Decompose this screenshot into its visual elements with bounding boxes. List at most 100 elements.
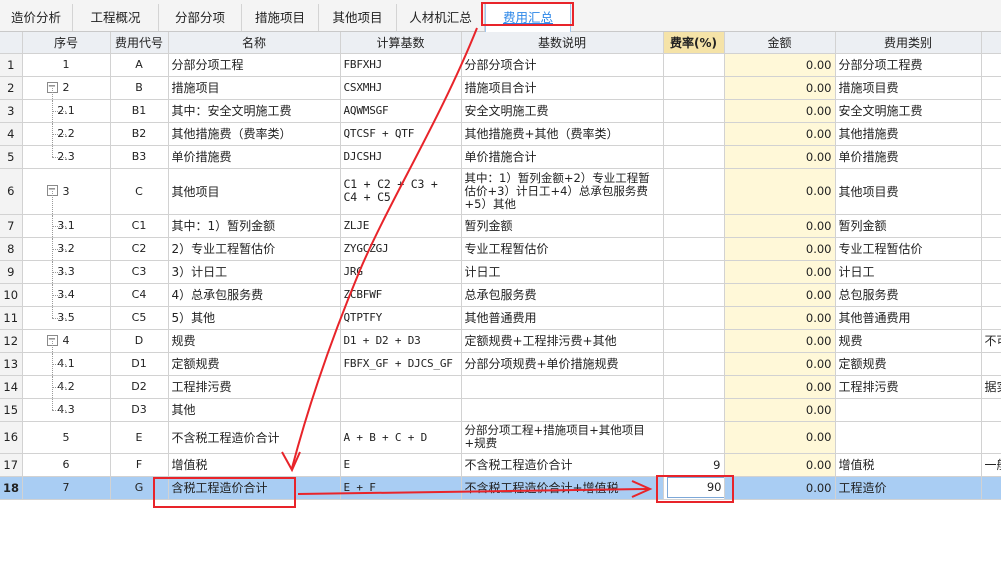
cell-rate[interactable]	[663, 375, 725, 399]
cell-name[interactable]: 分部分项工程	[168, 53, 341, 77]
cell-name[interactable]: 定额规费	[168, 352, 341, 376]
cell-seq[interactable]: 4.1	[22, 352, 111, 376]
cell-base[interactable]: ZYGCZGJ	[340, 237, 462, 261]
cell-name[interactable]: 增值税	[168, 453, 341, 477]
header-base[interactable]: 计算基数	[340, 32, 462, 54]
cell-type[interactable]: 计日工	[835, 260, 982, 284]
cell-seq[interactable]: 6	[22, 453, 111, 477]
table-row[interactable]: 12 −4 D 规费 D1 + D2 + D3 定额规费+工程排污费+其他 0.…	[0, 329, 1001, 353]
cell-name[interactable]: 工程排污费	[168, 375, 341, 399]
cell-seq[interactable]: 2.2	[22, 122, 111, 146]
cell-name[interactable]: 2）专业工程暂估价	[168, 237, 341, 261]
header-desc[interactable]: 基数说明	[461, 32, 664, 54]
cell-code[interactable]: D2	[110, 375, 169, 399]
cell-rate[interactable]	[663, 306, 725, 330]
table-row[interactable]: 8 3.2 C2 2）专业工程暂估价 ZYGCZGJ 专业工程暂估价 0.00 …	[0, 237, 1001, 261]
cell-base[interactable]: CSXMHJ	[340, 76, 462, 100]
cell-code[interactable]: C4	[110, 283, 169, 307]
cell-code[interactable]: D1	[110, 352, 169, 376]
table-row[interactable]: 7 3.1 C1 其中：1）暂列金额 ZLJE 暂列金额 0.00 暂列金额	[0, 214, 1001, 238]
cell-seq[interactable]: 3.3	[22, 260, 111, 284]
cell-name[interactable]: 措施项目	[168, 76, 341, 100]
cell-rate[interactable]	[663, 99, 725, 123]
table-row[interactable]: 2 −2 B 措施项目 CSXMHJ 措施项目合计 0.00 措施项目费	[0, 76, 1001, 100]
cell-name[interactable]: 其他	[168, 398, 341, 422]
cell-type[interactable]: 分部分项工程费	[835, 53, 982, 77]
header-rate[interactable]: 费率(%)	[663, 32, 725, 54]
cell-rate[interactable]	[663, 398, 725, 422]
cell-name[interactable]: 规费	[168, 329, 341, 353]
tab-other-items[interactable]: 其他项目	[319, 4, 397, 31]
cell-type[interactable]: 措施项目费	[835, 76, 982, 100]
table-row[interactable]: 9 3.3 C3 3）计日工 JRG 计日工 0.00 计日工	[0, 260, 1001, 284]
header-amount[interactable]: 金额	[724, 32, 836, 54]
cell-code[interactable]: E	[110, 421, 169, 454]
cell-rate[interactable]	[663, 168, 725, 215]
cell-type[interactable]: 安全文明施工费	[835, 99, 982, 123]
cell-name[interactable]: 其他措施费（费率类）	[168, 122, 341, 146]
cell-type[interactable]: 规费	[835, 329, 982, 353]
cell-rate[interactable]	[663, 145, 725, 169]
rate-input[interactable]: 90	[666, 477, 723, 498]
table-row[interactable]: 4 2.2 B2 其他措施费（费率类） QTCSF + QTF 其他措施费+其他…	[0, 122, 1001, 146]
cell-seq[interactable]: 3.5	[22, 306, 111, 330]
table-row[interactable]: 13 4.1 D1 定额规费 FBFX_GF + DJCS_GF 分部分项规费+…	[0, 352, 1001, 376]
cell-base[interactable]: C1 + C2 + C3 + C4 + C5	[340, 168, 462, 215]
cell-code[interactable]: C5	[110, 306, 169, 330]
cell-seq[interactable]: 4.2	[22, 375, 111, 399]
cell-code[interactable]: B2	[110, 122, 169, 146]
cell-rate[interactable]: 9	[663, 453, 725, 477]
cell-base[interactable]: FBFX_GF + DJCS_GF	[340, 352, 462, 376]
cell-base[interactable]: E	[340, 453, 462, 477]
header-type[interactable]: 费用类别	[835, 32, 982, 54]
tab-measures[interactable]: 措施项目	[242, 4, 319, 31]
table-row[interactable]: 3 2.1 B1 其中：安全文明施工费 AQWMSGF 安全文明施工费 0.00…	[0, 99, 1001, 123]
cell-code[interactable]: B1	[110, 99, 169, 123]
cell-name[interactable]: 其中：1）暂列金额	[168, 214, 341, 238]
cell-seq[interactable]: 2.1	[22, 99, 111, 123]
cell-base[interactable]: A + B + C + D	[340, 421, 462, 454]
cell-base[interactable]: FBFXHJ	[340, 53, 462, 77]
tab-cost-analysis[interactable]: 造价分析	[0, 4, 73, 31]
cell-code[interactable]: C	[110, 168, 169, 215]
cell-code[interactable]: C3	[110, 260, 169, 284]
cell-seq[interactable]: 2.3	[22, 145, 111, 169]
cell-name[interactable]: 5）其他	[168, 306, 341, 330]
table-row[interactable]: 5 2.3 B3 单价措施费 DJCSHJ 单价措施合计 0.00 单价措施费	[0, 145, 1001, 169]
cell-rate[interactable]: 90	[663, 476, 725, 500]
table-row[interactable]: 14 4.2 D2 工程排污费 0.00 工程排污费 据实	[0, 375, 1001, 399]
cell-seq[interactable]: 3.4	[22, 283, 111, 307]
cell-type[interactable]: 其他项目费	[835, 168, 982, 215]
table-row-selected[interactable]: 18 7 G 含税工程造价合计 E + F 不含税工程造价合计+增值税 90 0…	[0, 476, 1001, 500]
table-row[interactable]: 1 1 A 分部分项工程 FBFXHJ 分部分项合计 0.00 分部分项工程费	[0, 53, 1001, 77]
cell-base[interactable]: JRG	[340, 260, 462, 284]
cell-type[interactable]: 其他普通费用	[835, 306, 982, 330]
cell-base[interactable]: QTCSF + QTF	[340, 122, 462, 146]
cell-code[interactable]: F	[110, 453, 169, 477]
cell-code[interactable]: D	[110, 329, 169, 353]
cell-rate[interactable]	[663, 237, 725, 261]
table-row[interactable]: 11 3.5 C5 5）其他 QTPTFY 其他普通费用 0.00 其他普通费用	[0, 306, 1001, 330]
cell-type[interactable]: 工程排污费	[835, 375, 982, 399]
cell-base[interactable]	[340, 375, 462, 399]
cell-type[interactable]: 暂列金额	[835, 214, 982, 238]
cell-seq[interactable]: 3.1	[22, 214, 111, 238]
cell-name[interactable]: 4）总承包服务费	[168, 283, 341, 307]
cell-rate[interactable]	[663, 421, 725, 454]
cell-rate[interactable]	[663, 329, 725, 353]
header-name[interactable]: 名称	[168, 32, 341, 54]
cell-type[interactable]: 增值税	[835, 453, 982, 477]
tab-subitems[interactable]: 分部分项	[159, 4, 242, 31]
cell-code[interactable]: G	[110, 476, 169, 500]
tab-labor-material-summary[interactable]: 人材机汇总	[397, 4, 485, 31]
cell-name[interactable]: 含税工程造价合计	[168, 476, 341, 500]
cell-base[interactable]: QTPTFY	[340, 306, 462, 330]
cell-type[interactable]: 单价措施费	[835, 145, 982, 169]
cell-seq[interactable]: 1	[22, 53, 111, 77]
cell-base[interactable]: ZCBFWF	[340, 283, 462, 307]
cell-seq[interactable]: 5	[22, 421, 111, 454]
cell-name[interactable]: 不含税工程造价合计	[168, 421, 341, 454]
table-row[interactable]: 15 4.3 D3 其他 0.00	[0, 398, 1001, 422]
cell-type[interactable]: 专业工程暂估价	[835, 237, 982, 261]
cell-seq[interactable]: −3	[22, 168, 111, 215]
